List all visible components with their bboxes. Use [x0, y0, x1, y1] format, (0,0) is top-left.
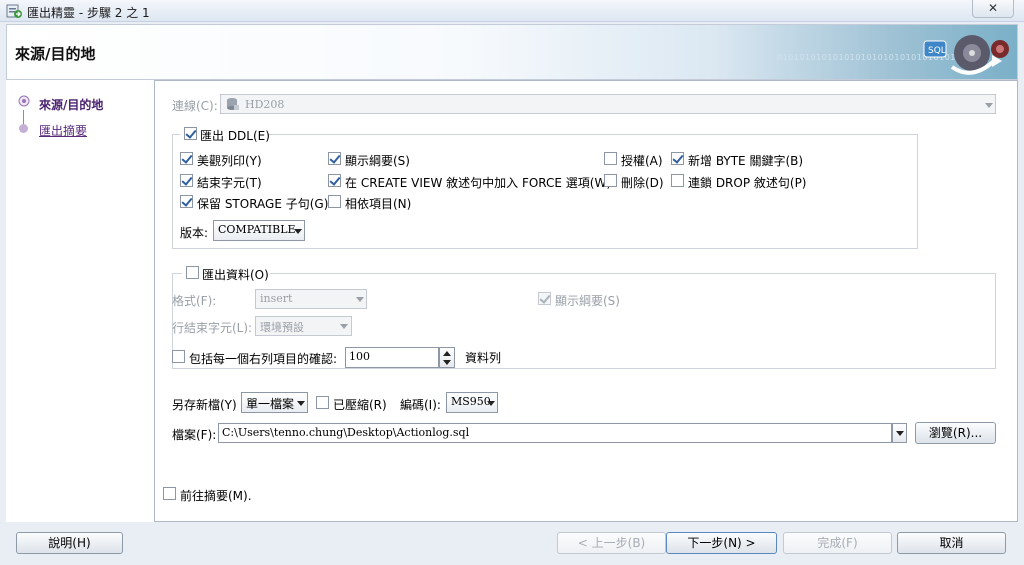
file-label: 檔案(F):	[172, 428, 217, 442]
encoding-value: MS950	[451, 395, 491, 408]
cancel-button[interactable]: 取消	[897, 532, 1006, 554]
commit-label: 包括每一個右列項目的確認:	[189, 352, 338, 366]
export-data-label: 匯出資料(O)	[202, 268, 269, 282]
next-button[interactable]: 下一步(N) >	[666, 532, 777, 554]
data-show-schema-checkbox[interactable]	[538, 292, 551, 305]
save-as-label: 另存新檔(Y)	[172, 398, 237, 412]
save-as-select[interactable]: 單一檔案	[241, 392, 308, 413]
byte-keyword-label: 新增 BYTE 關鍵字(B)	[688, 154, 804, 168]
grants-checkbox[interactable]	[604, 152, 617, 165]
title-bar: 匯出精靈 - 步驟 2 之 1 ✕	[0, 0, 1024, 22]
goto-summary-label: 前往摘要(M).	[180, 489, 252, 503]
format-label: 格式(F):	[172, 294, 217, 308]
chevron-down-icon	[297, 401, 305, 406]
cascade-drop-label: 連鎖 DROP 敘述句(P)	[688, 176, 807, 190]
chevron-down-icon	[356, 297, 364, 302]
sidebar-step-source-destination[interactable]: 來源/目的地	[39, 96, 103, 113]
terminator-label: 結束字元(T)	[197, 176, 262, 190]
goto-summary-checkbox[interactable]	[163, 487, 176, 500]
window-title: 匯出精靈 - 步驟 2 之 1	[27, 6, 150, 20]
back-button[interactable]: < 上一步(B)	[557, 532, 666, 554]
force-view-label: 在 CREATE VIEW 敘述句中加入 FORCE 選項(W)	[345, 176, 612, 190]
chevron-down-icon	[487, 401, 495, 406]
dependents-checkbox[interactable]	[328, 195, 341, 208]
version-value: COMPATIBLE	[218, 223, 296, 236]
commit-rows-value: 100	[349, 350, 370, 363]
connection-label: 連線(C):	[172, 99, 218, 113]
encoding-label: 編碼(I):	[400, 398, 441, 412]
compressed-checkbox[interactable]	[316, 396, 329, 409]
database-icon	[227, 98, 239, 110]
help-button[interactable]: 說明(H)	[16, 532, 123, 554]
pretty-print-label: 美觀列印(Y)	[197, 154, 262, 168]
export-wizard-icon	[6, 4, 22, 18]
show-schema-label: 顯示綱要(S)	[345, 154, 410, 168]
commit-rows-spinner[interactable]	[439, 347, 455, 368]
force-view-checkbox[interactable]	[328, 174, 341, 187]
drop-checkbox[interactable]	[604, 174, 617, 187]
sql-export-logo-icon: SQL	[923, 35, 1009, 75]
file-history-dropdown[interactable]	[892, 423, 907, 443]
chevron-down-icon	[340, 324, 348, 329]
line-terminator-label: 行結束字元(L):	[172, 321, 253, 335]
terminator-checkbox[interactable]	[180, 174, 193, 187]
export-ddl-label: 匯出 DDL(E)	[200, 129, 270, 143]
wizard-step-sidebar	[6, 80, 155, 522]
browse-button[interactable]: 瀏覽(R)...	[915, 422, 996, 444]
active-step-node-icon	[18, 95, 30, 107]
dependents-label: 相依項目(N)	[345, 197, 412, 211]
commit-rows-input[interactable]: 100	[345, 347, 439, 368]
chevron-up-icon[interactable]	[443, 351, 451, 356]
byte-keyword-checkbox[interactable]	[671, 152, 684, 165]
storage-label: 保留 STORAGE 子句(G)	[197, 197, 329, 211]
grants-label: 授權(A)	[621, 154, 663, 168]
format-select[interactable]: insert	[255, 289, 367, 309]
show-schema-checkbox[interactable]	[328, 152, 341, 165]
storage-checkbox[interactable]	[180, 195, 193, 208]
pretty-print-checkbox[interactable]	[180, 152, 193, 165]
connection-select[interactable]: HD208	[220, 94, 996, 114]
file-path-value: C:\Users\tenno.chung\Desktop\Actionlog.s…	[222, 426, 470, 439]
compressed-label: 已壓縮(R)	[333, 398, 387, 412]
export-ddl-checkbox[interactable]	[184, 127, 197, 140]
commit-unit-label: 資料列	[465, 351, 502, 365]
header-banner: 來源/目的地 010101010101010101010101010101010…	[6, 24, 1018, 80]
format-value: insert	[260, 292, 293, 305]
finish-button[interactable]: 完成(F)	[783, 532, 892, 554]
step-connector	[23, 110, 24, 125]
save-as-value: 單一檔案	[246, 397, 295, 411]
file-path-input[interactable]: C:\Users\tenno.chung\Desktop\Actionlog.s…	[218, 423, 892, 443]
line-terminator-value: 環境預設	[260, 321, 304, 334]
chevron-down-icon	[896, 431, 904, 436]
close-button[interactable]: ✕	[972, 0, 1014, 18]
drop-label: 刪除(D)	[621, 176, 664, 190]
connection-value: HD208	[245, 98, 285, 111]
chevron-down-icon	[985, 103, 993, 108]
step-node-icon	[19, 124, 28, 133]
chevron-down-icon	[294, 229, 302, 234]
version-select[interactable]: COMPATIBLE	[213, 220, 305, 241]
svg-text:SQL: SQL	[928, 46, 946, 56]
chevron-down-icon[interactable]	[443, 360, 451, 365]
commit-checkbox[interactable]	[172, 350, 185, 363]
sidebar-step-export-summary[interactable]: 匯出摘要	[39, 122, 87, 139]
data-show-schema-label: 顯示綱要(S)	[555, 294, 620, 308]
encoding-select[interactable]: MS950	[446, 392, 498, 413]
version-label: 版本:	[180, 226, 209, 240]
cascade-drop-checkbox[interactable]	[671, 174, 684, 187]
line-terminator-select[interactable]: 環境預設	[255, 316, 352, 336]
export-data-checkbox[interactable]	[186, 266, 199, 279]
page-title: 來源/目的地	[15, 45, 96, 63]
